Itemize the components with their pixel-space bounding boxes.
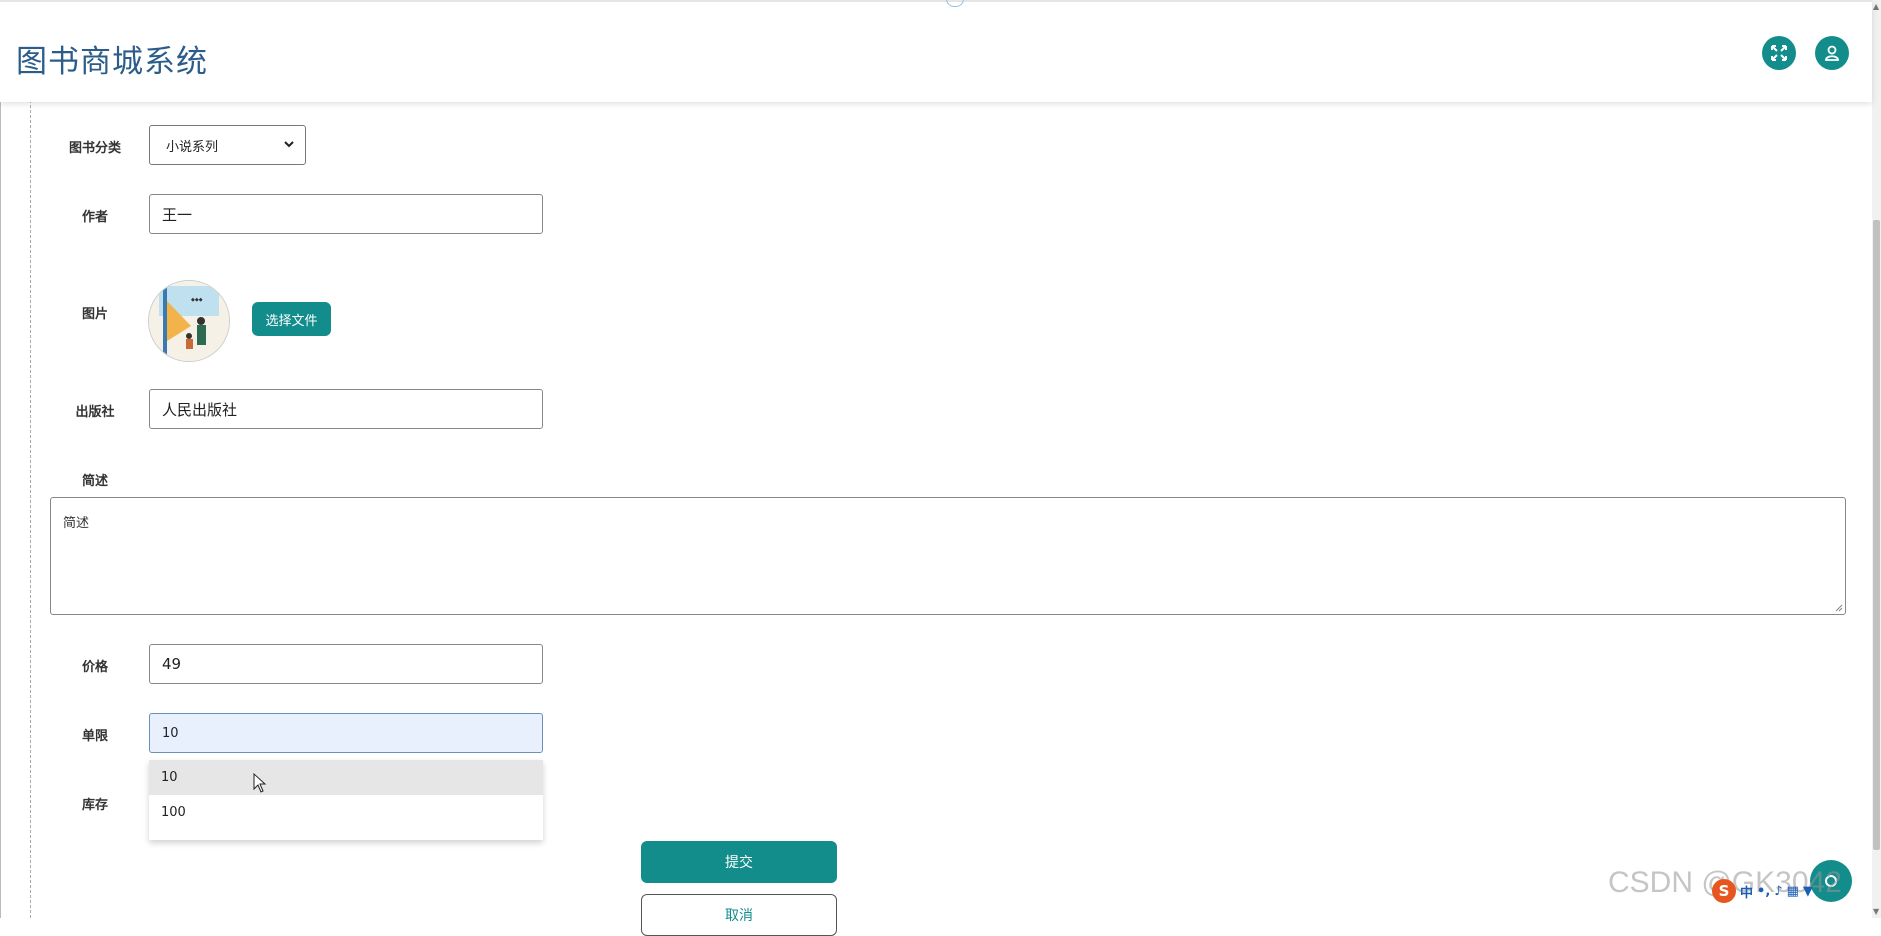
summary-placeholder: 简述 xyxy=(63,516,90,531)
fullscreen-icon xyxy=(1771,45,1787,61)
app-title: 图书商城系统 xyxy=(16,44,208,80)
limit-autocomplete-dropdown: 10 100 xyxy=(149,760,543,840)
limit-input[interactable]: 10 xyxy=(149,713,543,753)
ime-logo[interactable]: S xyxy=(1712,879,1736,903)
image-label: 图片 xyxy=(81,307,108,322)
ime-skin-icon[interactable]: ▼ xyxy=(1803,884,1813,899)
publisher-value: 人民出版社 xyxy=(162,400,238,419)
publisher-input[interactable]: 人民出版社 xyxy=(149,389,543,429)
dashed-guide xyxy=(30,100,31,918)
vertical-scrollbar[interactable]: ▲ ▼ xyxy=(1872,0,1881,918)
book-cover-image: ◆◆◆ xyxy=(148,280,230,362)
category-select[interactable]: 小说系列 xyxy=(149,125,306,165)
user-icon xyxy=(1825,45,1839,61)
price-value: 49 xyxy=(162,655,182,673)
author-value: 王一 xyxy=(162,205,193,224)
top-indicator xyxy=(946,0,964,7)
ime-keyboard-icon[interactable]: ▦ xyxy=(1787,884,1799,899)
stock-label: 库存 xyxy=(81,798,108,813)
autocomplete-option[interactable]: 100 xyxy=(149,795,543,830)
price-input[interactable]: 49 xyxy=(149,644,543,684)
summary-textarea[interactable]: 简述 xyxy=(50,497,1846,615)
book-cover-illustration: ◆◆◆ xyxy=(149,281,229,361)
ime-mode[interactable]: 中 xyxy=(1740,882,1753,901)
scroll-up-icon[interactable]: ▲ xyxy=(1873,2,1879,11)
category-select-value: 小说系列 xyxy=(166,139,219,155)
submit-button[interactable]: 提交 xyxy=(641,841,837,883)
category-label: 图书分类 xyxy=(68,141,121,156)
cursor-icon xyxy=(253,773,267,793)
ime-mic-icon[interactable]: ♪ xyxy=(1774,884,1782,899)
scrollbar-thumb[interactable] xyxy=(1873,220,1880,850)
limit-label: 单限 xyxy=(81,729,108,744)
user-button[interactable] xyxy=(1815,36,1849,70)
publisher-label: 出版社 xyxy=(75,405,115,420)
autocomplete-option[interactable]: 10 xyxy=(149,760,543,795)
svg-text:◆◆◆: ◆◆◆ xyxy=(191,297,203,303)
author-input[interactable]: 王一 xyxy=(149,194,543,234)
select-caret-icon xyxy=(284,141,294,148)
fullscreen-button[interactable] xyxy=(1762,36,1796,70)
limit-value: 10 xyxy=(162,725,179,741)
choose-file-button[interactable]: 选择文件 xyxy=(252,302,331,336)
scroll-down-icon[interactable]: ▼ xyxy=(1873,907,1879,916)
cancel-button[interactable]: 取消 xyxy=(641,894,837,936)
price-label: 价格 xyxy=(81,660,108,675)
resize-grip-icon[interactable] xyxy=(1835,604,1843,612)
author-label: 作者 xyxy=(81,210,108,225)
ime-punctuation-icon[interactable]: •, xyxy=(1757,884,1770,899)
app-header: 图书商城系统 xyxy=(0,0,1872,102)
left-border xyxy=(0,100,1,918)
summary-label: 简述 xyxy=(81,474,108,489)
ime-toolbar[interactable]: S 中 •, ♪ ▦ ▼ xyxy=(1712,878,1813,904)
